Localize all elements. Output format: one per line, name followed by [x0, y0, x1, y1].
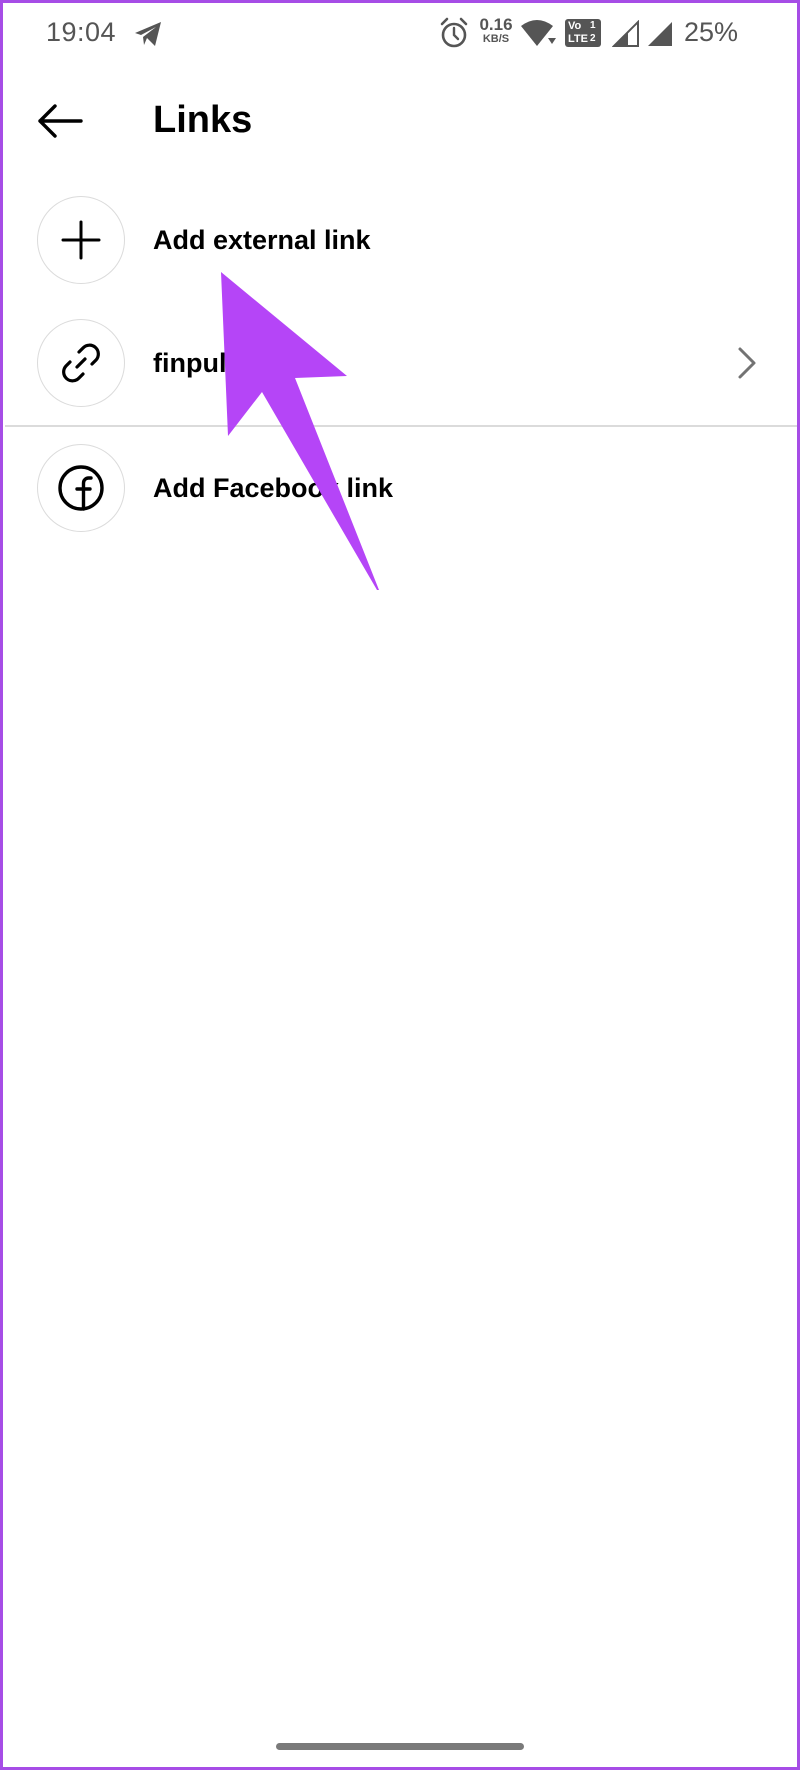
- telegram-icon: [135, 22, 161, 46]
- network-speed-unit: KB/S: [482, 33, 510, 45]
- lte-label: LTE: [568, 33, 588, 45]
- add-facebook-link-row[interactable]: Add Facebook link: [0, 434, 797, 544]
- chain-link-icon: [62, 343, 100, 383]
- volte-badge: Vo 1 LTE 2: [564, 18, 602, 48]
- row-icon-circle: [37, 444, 125, 532]
- annotation-arrow-icon: [221, 272, 379, 590]
- signal-strength-sim1-icon: [612, 20, 639, 47]
- alarm-icon: [440, 17, 468, 48]
- existing-link-row[interactable]: finpul: [0, 309, 797, 419]
- status-time: 19:04: [46, 17, 117, 47]
- volte-sim1: 1: [590, 20, 596, 31]
- row-icon-circle: [37, 196, 125, 284]
- wifi-icon: [521, 20, 556, 46]
- status-bar: 19:04 0.16 KB/S Vo 1 LTE 2 25%: [0, 0, 800, 70]
- page-title: Links: [153, 99, 253, 141]
- add-external-link-label: Add external link: [153, 225, 371, 255]
- battery-percentage: 25%: [684, 17, 739, 47]
- volte-label: Vo: [568, 20, 582, 32]
- chevron-right-icon: [738, 347, 756, 379]
- plus-icon: [61, 220, 101, 260]
- section-divider: [5, 425, 797, 427]
- back-button[interactable]: [30, 96, 90, 146]
- row-icon-circle: [37, 319, 125, 407]
- add-external-link-row[interactable]: Add external link: [0, 186, 797, 296]
- arrow-left-icon: [38, 104, 83, 138]
- signal-strength-sim2-icon: [648, 22, 672, 46]
- facebook-icon: [58, 465, 104, 511]
- network-speed: 0.16 KB/S: [478, 16, 514, 45]
- volte-sim2: 2: [590, 33, 596, 44]
- network-speed-value: 0.16: [479, 15, 513, 34]
- home-indicator[interactable]: [276, 1743, 524, 1750]
